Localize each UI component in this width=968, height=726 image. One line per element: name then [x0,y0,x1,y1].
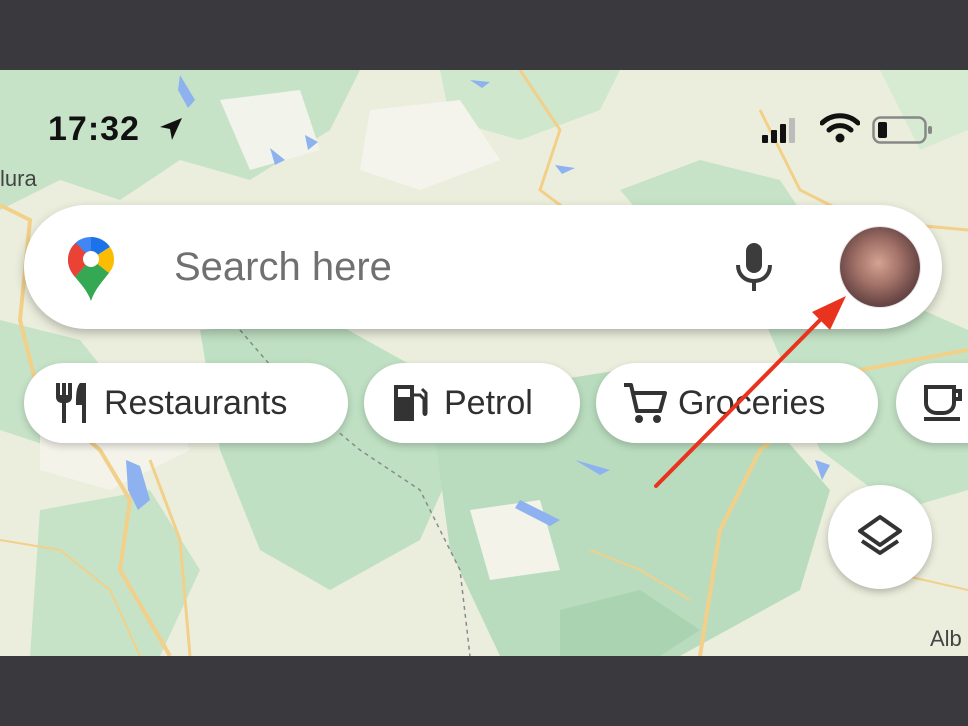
bottom-letterbox [0,656,968,726]
annotation-arrow [654,296,846,488]
